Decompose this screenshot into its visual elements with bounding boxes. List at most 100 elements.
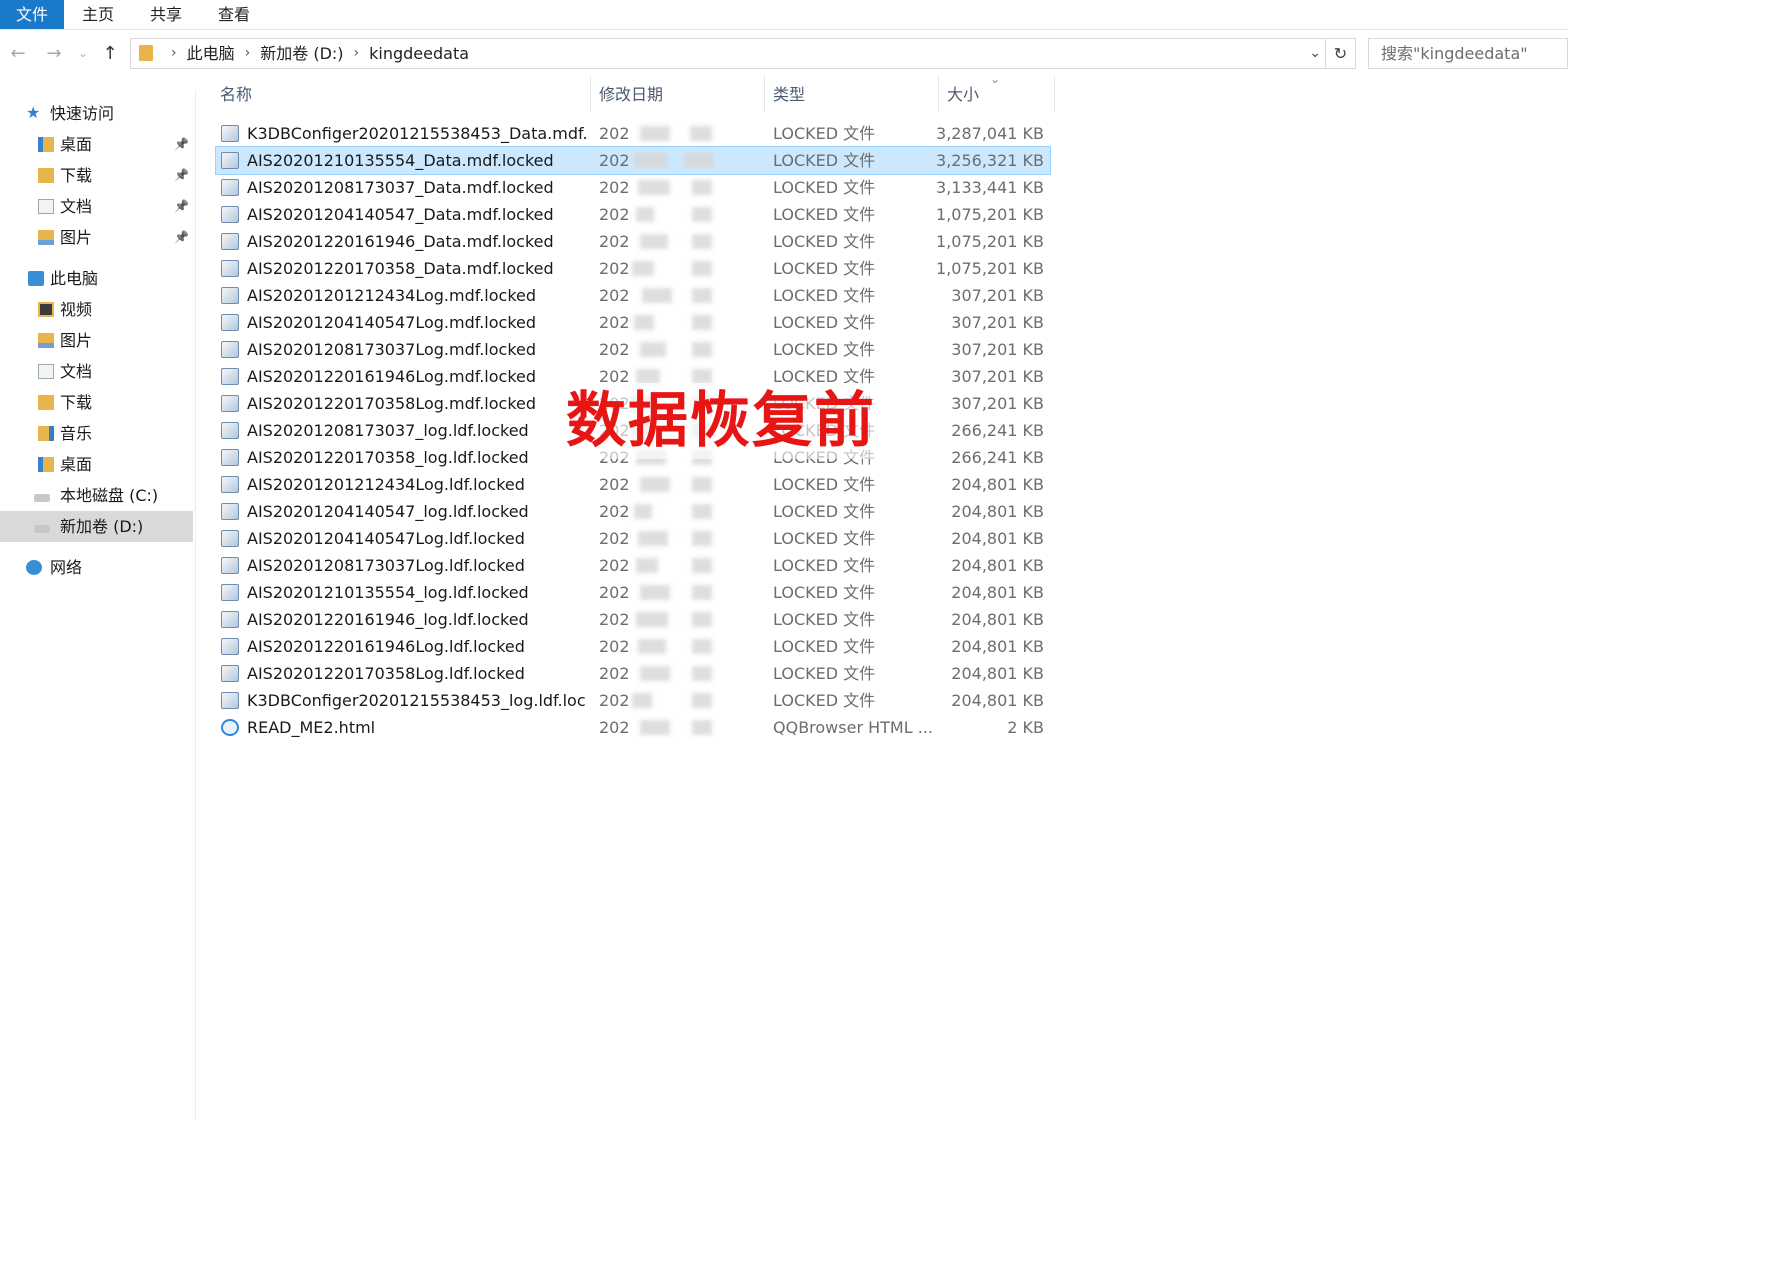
navigation-pane: ★ 快速访问 桌面 📌 下载 📌 文档 📌 图片 📌 此电脑 视频图片文档下载音乐桌面本地磁盘 (C:… <box>0 90 196 1120</box>
up-button[interactable]: ↑ <box>98 40 122 68</box>
file-row[interactable]: AIS20201208173037_Data.mdf.locked 202 LOCK… <box>216 174 1050 201</box>
file-type: LOCKED 文件 <box>773 259 876 278</box>
ribbon-tabs: 文件 主页 共享 查看 <box>0 0 1568 30</box>
redacted-date-blur <box>638 531 668 546</box>
column-divider[interactable] <box>764 76 765 112</box>
redacted-date-blur <box>692 261 712 276</box>
sidebar-item[interactable]: 桌面 <box>0 449 193 480</box>
file-row[interactable]: AIS20201220170358Log.ldf.locked 202 LOCKED… <box>216 660 1050 687</box>
sidebar-item[interactable]: 图片 <box>0 325 193 356</box>
sidebar-item[interactable]: 网络 <box>0 552 193 583</box>
file-row[interactable]: AIS20201208173037Log.ldf.locked 202 LOCKED… <box>216 552 1050 579</box>
redacted-date-blur <box>692 315 712 330</box>
column-header-size[interactable]: 大小 <box>947 76 979 112</box>
file-row[interactable]: AIS20201220161946_log.ldf.locked 202 LOCKE… <box>216 606 1050 633</box>
file-name: AIS20201220170358Log.mdf.locked <box>247 394 537 413</box>
file-date: 202 <box>599 610 630 629</box>
file-date: 202 <box>599 475 630 494</box>
tab-home[interactable]: 主页 <box>64 0 132 29</box>
redacted-date-blur <box>692 612 712 627</box>
file-row[interactable]: AIS20201220170358_Data.mdf.locked 202 LOCK… <box>216 255 1050 282</box>
file-icon <box>221 503 239 520</box>
file-row[interactable]: AIS20201204140547Log.mdf.locked 202 LOCKED… <box>216 309 1050 336</box>
refresh-button[interactable]: ↻ <box>1325 39 1355 68</box>
redacted-date-blur <box>640 585 670 600</box>
sidebar-item[interactable]: 此电脑 <box>0 263 193 294</box>
breadcrumb-this-pc[interactable]: 此电脑 <box>187 39 235 68</box>
search-input[interactable]: 搜索"kingdeedata" <box>1368 38 1568 69</box>
sidebar-item-label: 下载 <box>60 393 93 412</box>
sidebar-item[interactable]: 图片 📌 <box>0 222 193 253</box>
file-name: AIS20201204140547Log.mdf.locked <box>247 313 537 332</box>
sidebar-item[interactable]: ★ 快速访问 <box>0 98 193 129</box>
file-row[interactable]: AIS20201210135554_log.ldf.locked 202 LOCKE… <box>216 579 1050 606</box>
sidebar-item[interactable]: 下载 <box>0 387 193 418</box>
forward-button[interactable]: → <box>42 40 66 68</box>
file-icon <box>221 314 239 331</box>
address-bar[interactable]: › 此电脑 › 新加卷 (D:) › kingdeedata ⌄ ↻ <box>130 38 1356 69</box>
refresh-icon: ↻ <box>1333 44 1348 63</box>
redacted-date-blur <box>640 666 670 681</box>
tab-file[interactable]: 文件 <box>0 0 64 29</box>
column-divider[interactable] <box>938 76 939 112</box>
file-type: LOCKED 文件 <box>773 286 876 305</box>
file-row[interactable]: AIS20201220161946_Data.mdf.locked 202 LOCK… <box>216 228 1050 255</box>
sidebar-item[interactable]: 下载 📌 <box>0 160 193 191</box>
file-row[interactable]: AIS20201201212434Log.ldf.locked 202 LOCKED… <box>216 471 1050 498</box>
file-row[interactable]: AIS20201204140547_log.ldf.locked 202 LOCKE… <box>216 498 1050 525</box>
tab-view[interactable]: 查看 <box>200 0 268 29</box>
file-date: 202 <box>599 502 630 521</box>
redacted-date-blur <box>692 369 712 384</box>
redacted-date-blur <box>692 639 712 654</box>
recent-locations-button[interactable]: ⌄ <box>74 40 92 68</box>
redacted-date-blur <box>692 342 712 357</box>
sidebar-item-label: 图片 <box>60 331 93 350</box>
sidebar-item[interactable]: 桌面 📌 <box>0 129 193 160</box>
file-row[interactable]: AIS20201204140547_Data.mdf.locked 202 LOCK… <box>216 201 1050 228</box>
file-row[interactable]: K3DBConfiger20201215538453_log.ldf.lock.… <box>216 687 1050 714</box>
file-row[interactable]: AIS20201201212434Log.mdf.locked 202 LOCKED… <box>216 282 1050 309</box>
arrow-left-icon: ← <box>10 43 26 64</box>
pin-icon: 📌 <box>174 137 189 151</box>
column-divider[interactable] <box>590 76 591 112</box>
address-history-button[interactable]: ⌄ <box>1309 39 1321 68</box>
sidebar-item[interactable]: 本地磁盘 (C:) <box>0 480 193 511</box>
file-size: 266,241 KB <box>951 448 1044 467</box>
back-button[interactable]: ← <box>6 40 30 68</box>
file-icon <box>221 584 239 601</box>
breadcrumb-kingdeedata[interactable]: kingdeedata <box>369 39 469 68</box>
column-divider[interactable] <box>1054 76 1055 112</box>
sidebar-item[interactable]: 视频 <box>0 294 193 325</box>
sidebar-item-label: 本地磁盘 (C:) <box>60 486 159 505</box>
file-row[interactable]: K3DBConfiger20201215538453_Data.mdf.l...… <box>216 120 1050 147</box>
breadcrumb-drive-d[interactable]: 新加卷 (D:) <box>260 39 343 68</box>
tab-share[interactable]: 共享 <box>132 0 200 29</box>
file-name: AIS20201220170358_Data.mdf.locked <box>247 259 554 278</box>
sidebar-item[interactable]: 音乐 <box>0 418 193 449</box>
file-type: LOCKED 文件 <box>773 178 876 197</box>
file-name: AIS20201204140547_log.ldf.locked <box>247 502 529 521</box>
sidebar-item-label: 桌面 <box>60 455 93 474</box>
file-row[interactable]: READ_ME2.html 202 QQBrowser HTML ... 2 KB <box>216 714 1050 741</box>
pin-icon: 📌 <box>174 230 189 244</box>
file-size: 266,241 KB <box>951 421 1044 440</box>
file-icon <box>221 341 239 358</box>
column-header-date[interactable]: 修改日期 <box>599 76 663 112</box>
file-type: LOCKED 文件 <box>773 340 876 359</box>
redacted-date-blur <box>632 693 652 708</box>
column-header-name[interactable]: 名称 <box>220 76 252 112</box>
file-row[interactable]: AIS20201210135554_Data.mdf.locked 202 LOCK… <box>215 146 1051 175</box>
file-size: 2 KB <box>1007 718 1044 737</box>
file-row[interactable]: AIS20201204140547Log.ldf.locked 202 LOCKED… <box>216 525 1050 552</box>
overlay-caption: 数据恢复前 <box>548 383 894 459</box>
sidebar-item[interactable]: 新加卷 (D:) <box>0 511 193 542</box>
file-row[interactable]: AIS20201220161946Log.ldf.locked 202 LOCKED… <box>216 633 1050 660</box>
sidebar-item[interactable]: 文档 <box>0 356 193 387</box>
sidebar-item[interactable]: 文档 📌 <box>0 191 193 222</box>
file-name: AIS20201204140547Log.ldf.locked <box>247 529 525 548</box>
column-header-type[interactable]: 类型 <box>773 76 805 112</box>
file-row[interactable]: AIS20201208173037Log.mdf.locked 202 LOCKED… <box>216 336 1050 363</box>
file-size: 1,075,201 KB <box>936 232 1044 251</box>
file-date: 202 <box>599 340 630 359</box>
pictures-folder-icon <box>38 333 54 348</box>
